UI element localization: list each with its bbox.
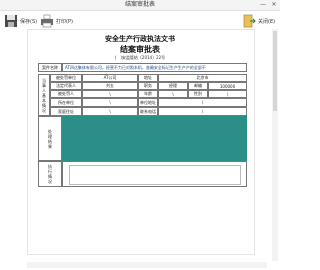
window-title: 结案审批表	[124, 1, 155, 8]
handle-result-textarea[interactable]	[62, 116, 247, 161]
value-phone[interactable]: \	[158, 107, 247, 116]
minimize-button[interactable]: —	[258, 0, 268, 10]
label-address: 地址	[138, 74, 158, 82]
value-employer-address[interactable]: \	[158, 98, 247, 107]
label-employer: 所在单位	[50, 98, 82, 107]
handle-result-label: 处理结果	[48, 128, 52, 149]
floppy-disk-icon	[5, 15, 17, 27]
label-employer-address: 单位地址	[138, 98, 158, 107]
toolbar: 保存(S) 打印(P) 关闭(E)	[0, 11, 280, 29]
handle-result-label-box: 处理结果	[38, 116, 62, 161]
label-postcode: 邮编	[188, 82, 208, 90]
label-legal-rep: 法定代表人	[50, 82, 82, 90]
value-home-address[interactable]: \	[82, 107, 138, 116]
exec-area	[62, 161, 247, 187]
value-age[interactable]: \	[158, 90, 188, 98]
value-postcode[interactable]: 100000	[208, 82, 247, 90]
value-punished-person[interactable]: \	[82, 90, 138, 98]
exec-textarea[interactable]	[69, 165, 241, 185]
print-button[interactable]: 打印(P)	[40, 14, 73, 28]
party-section-label: 当事人基本情况	[42, 77, 46, 113]
exec-label: 执行情况	[48, 164, 52, 184]
label-position: 职务	[138, 82, 158, 90]
case-name-field[interactable]: AT四达集体有限公司，经营不力已对照本机，准确安全标记生产生产产的全部不	[62, 63, 247, 72]
label-punished-person: 被处罚人	[50, 90, 82, 98]
label-gender: 性别	[188, 90, 208, 98]
printer-icon	[41, 14, 53, 28]
scroll-thumb[interactable]	[273, 31, 277, 111]
case-name-label: 案件名称	[38, 63, 62, 72]
doc-number: ( )安监管结〔2014〕22号	[114, 55, 166, 60]
app-window: 结案审批表 — ✕ 保存(S) 打印(P) 关闭(E) 安全生产行政执法文书 结…	[0, 0, 280, 270]
exit-door-icon	[243, 14, 256, 28]
value-legal-rep[interactable]: 刘五	[82, 82, 138, 90]
exit-button[interactable]: 关闭(E)	[242, 14, 275, 28]
label-age: 年龄	[138, 90, 158, 98]
horizontal-scrollbar[interactable]	[27, 262, 267, 268]
label-punished-unit: 被处罚单位	[50, 74, 82, 82]
title-bar: 结案审批表 — ✕	[0, 0, 280, 11]
print-label: 打印(P)	[56, 18, 73, 25]
value-position[interactable]: 经理	[158, 82, 188, 90]
value-employer[interactable]: \	[82, 98, 138, 107]
save-button[interactable]: 保存(S)	[4, 14, 37, 28]
label-phone: 联系电话	[138, 107, 158, 116]
party-section-box: 当事人基本情况	[38, 74, 50, 116]
exec-label-box: 执行情况	[38, 161, 62, 187]
value-punished-unit[interactable]: AT公司	[82, 74, 138, 82]
save-label: 保存(S)	[20, 18, 38, 25]
exit-label: 关闭(E)	[258, 18, 276, 25]
close-button[interactable]: ✕	[269, 0, 279, 10]
vertical-scrollbar[interactable]	[272, 29, 278, 261]
doc-subtitle: 结案审批表	[120, 45, 160, 54]
value-address[interactable]: 北京市	[158, 74, 247, 82]
doc-title: 安全生产行政执法文书	[105, 35, 175, 43]
label-home-address: 家庭住址	[50, 107, 82, 116]
value-gender[interactable]: \	[208, 90, 247, 98]
